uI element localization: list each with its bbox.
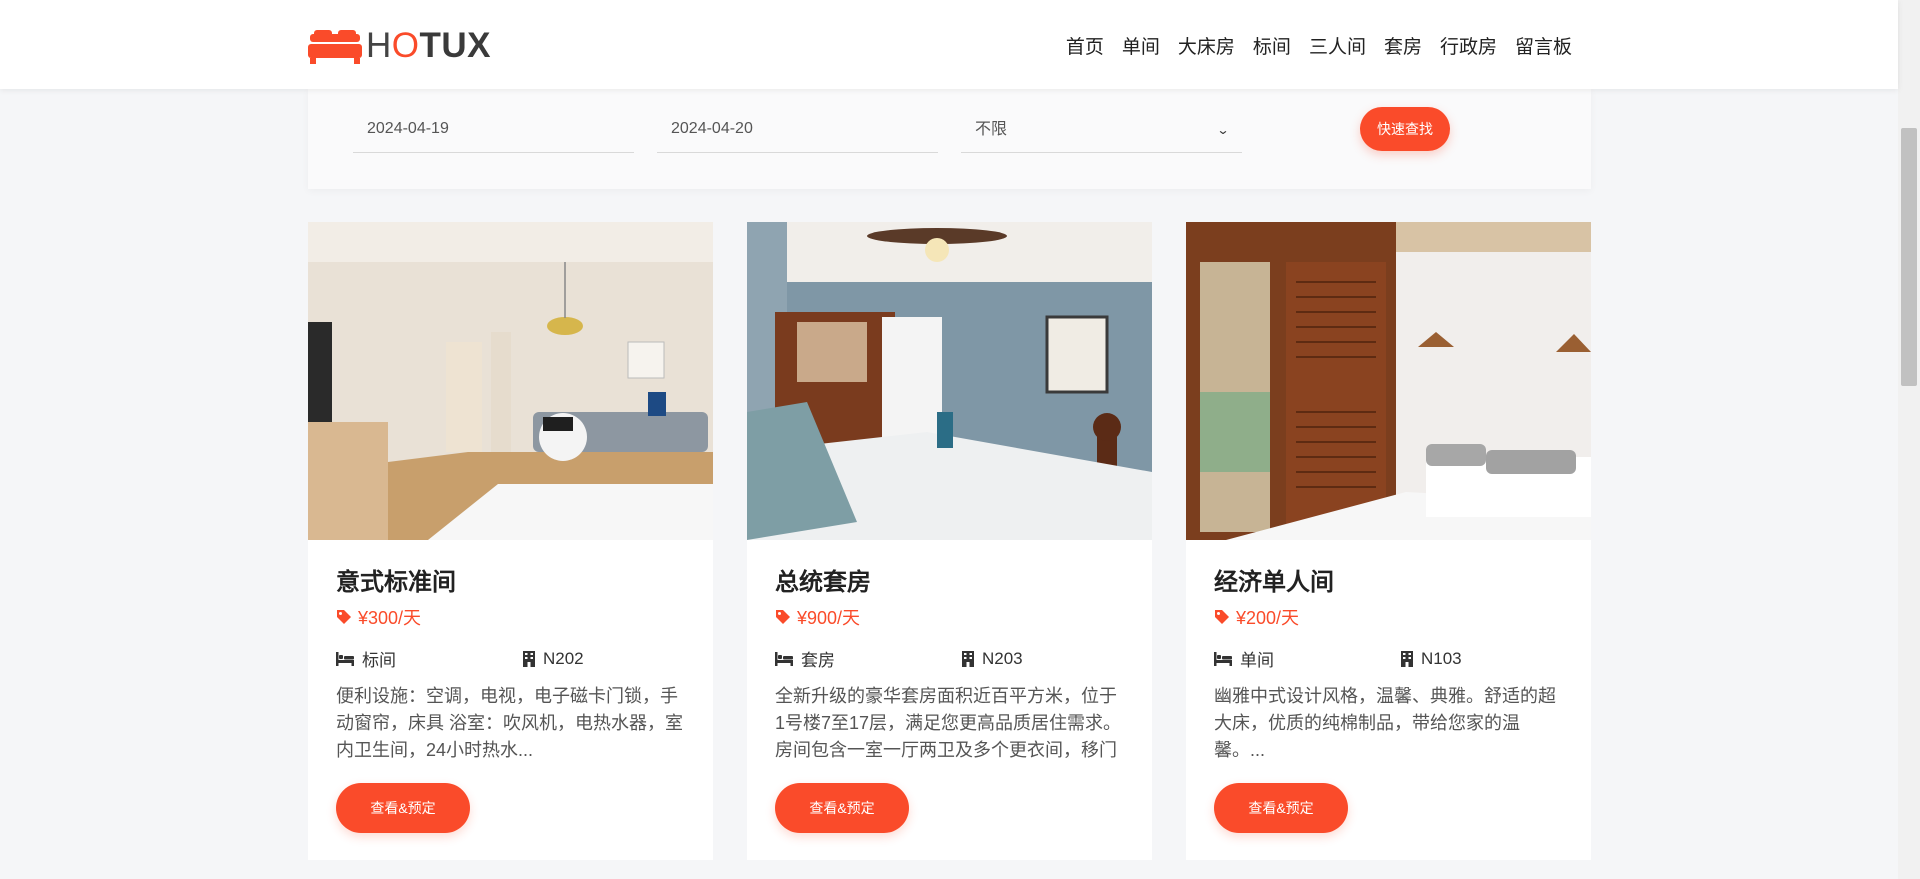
room-type: 套房 [775,646,962,671]
room-price: ¥300/天 [336,604,685,630]
bedroom-photo-icon [308,222,713,540]
building-icon [1401,650,1413,667]
bedroom-photo-icon [747,222,1152,540]
room-price-value: ¥200/天 [1236,608,1300,628]
checkout-date-input[interactable]: 2024-04-20 [657,107,938,153]
room-card-body: 意式标准间 ¥300/天 标间 N202 便利设施：空调，电视，电子磁卡门锁，手… [308,540,713,833]
room-type: 标间 [336,646,523,671]
room-description: 幽雅中式设计风格，温馨、典雅。舒适的超大床，优质的纯棉制品，带给您家的温馨。..… [1214,686,1556,760]
room-price-value: ¥300/天 [358,608,422,628]
room-title[interactable]: 总统套房 [775,562,1124,596]
room-meta: 单间 N103 [1214,646,1563,671]
checkin-date-input[interactable]: 2024-04-19 [353,107,634,153]
bed-logo-icon [308,30,362,64]
room-meta: 套房 N203 [775,646,1124,671]
bed-icon [1214,651,1232,666]
price-tag-icon [1215,610,1229,624]
quick-search-button[interactable]: 快速查找 [1360,107,1450,151]
price-tag-icon [776,610,790,624]
room-photo[interactable] [747,222,1152,540]
room-number: N202 [523,646,584,671]
room-title[interactable]: 经济单人间 [1214,562,1563,596]
page-scrollbar[interactable] [1898,0,1920,879]
room-price-value: ¥900/天 [797,608,861,628]
nav-single-room[interactable]: 单间 [1122,32,1160,59]
room-type-value: 不限 [975,120,1008,138]
room-price: ¥900/天 [775,604,1124,630]
room-number: N203 [962,646,1023,671]
view-book-button[interactable]: 查看&预定 [336,783,470,833]
search-panel: 2024-04-19 2024-04-20 不限 ⌄ 快速查找 [308,89,1591,189]
logo-letter-o: O [391,26,420,65]
room-price: ¥200/天 [1214,604,1563,630]
bedroom-photo-icon [1186,222,1591,540]
nav-home[interactable]: 首页 [1066,32,1104,59]
view-book-button[interactable]: 查看&预定 [775,783,909,833]
room-card-body: 总统套房 ¥900/天 套房 N203 全新升级的豪华套房面积近百平方米，位于1… [747,540,1152,833]
room-description: 全新升级的豪华套房面积近百平方米，位于1号楼7至17层，满足您更高品质居住需求。… [775,686,1122,760]
room-photo[interactable] [1186,222,1591,540]
logo-text: HOTUX [366,26,491,66]
room-type-label: 单间 [1240,651,1274,670]
nav-message-board[interactable]: 留言板 [1515,32,1572,59]
building-icon [962,650,974,667]
room-number: N103 [1401,646,1462,671]
scrollbar-thumb[interactable] [1901,128,1917,386]
room-type: 单间 [1214,646,1401,671]
view-book-button[interactable]: 查看&预定 [1214,783,1348,833]
logo-letters-rest: TUX [419,26,492,65]
logo-letter-h: H [366,26,392,65]
site-logo[interactable]: HOTUX [308,26,491,66]
chevron-down-icon: ⌄ [1216,122,1230,137]
bed-icon [336,651,354,666]
room-title[interactable]: 意式标准间 [336,562,685,596]
room-type-select[interactable]: 不限 ⌄ [961,107,1242,153]
nav-king-room[interactable]: 大床房 [1178,32,1235,59]
room-card: 经济单人间 ¥200/天 单间 N103 幽雅中式设计风格，温馨、典雅。舒适的超… [1186,222,1591,860]
room-type-label: 套房 [801,651,835,670]
nav-executive-room[interactable]: 行政房 [1440,32,1497,59]
room-meta: 标间 N202 [336,646,685,671]
main-nav: 首页 单间 大床房 标间 三人间 套房 行政房 留言板 [1048,32,1572,59]
room-number-label: N203 [982,648,1023,668]
room-type-label: 标间 [362,651,396,670]
room-card: 总统套房 ¥900/天 套房 N203 全新升级的豪华套房面积近百平方米，位于1… [747,222,1152,860]
nav-standard-room[interactable]: 标间 [1253,32,1291,59]
room-card: 意式标准间 ¥300/天 标间 N202 便利设施：空调，电视，电子磁卡门锁，手… [308,222,713,860]
room-card-body: 经济单人间 ¥200/天 单间 N103 幽雅中式设计风格，温馨、典雅。舒适的超… [1186,540,1591,833]
nav-triple-room[interactable]: 三人间 [1309,32,1366,59]
bed-icon [775,651,793,666]
room-number-label: N202 [543,648,584,668]
price-tag-icon [337,610,351,624]
room-description: 便利设施：空调，电视，电子磁卡门锁，手动窗帘，床具 浴室：吹风机，电热水器，室内… [336,686,683,760]
room-photo[interactable] [308,222,713,540]
building-icon [523,650,535,667]
nav-suite[interactable]: 套房 [1384,32,1422,59]
site-header: HOTUX 首页 单间 大床房 标间 三人间 套房 行政房 留言板 [0,0,1898,89]
room-number-label: N103 [1421,648,1462,668]
